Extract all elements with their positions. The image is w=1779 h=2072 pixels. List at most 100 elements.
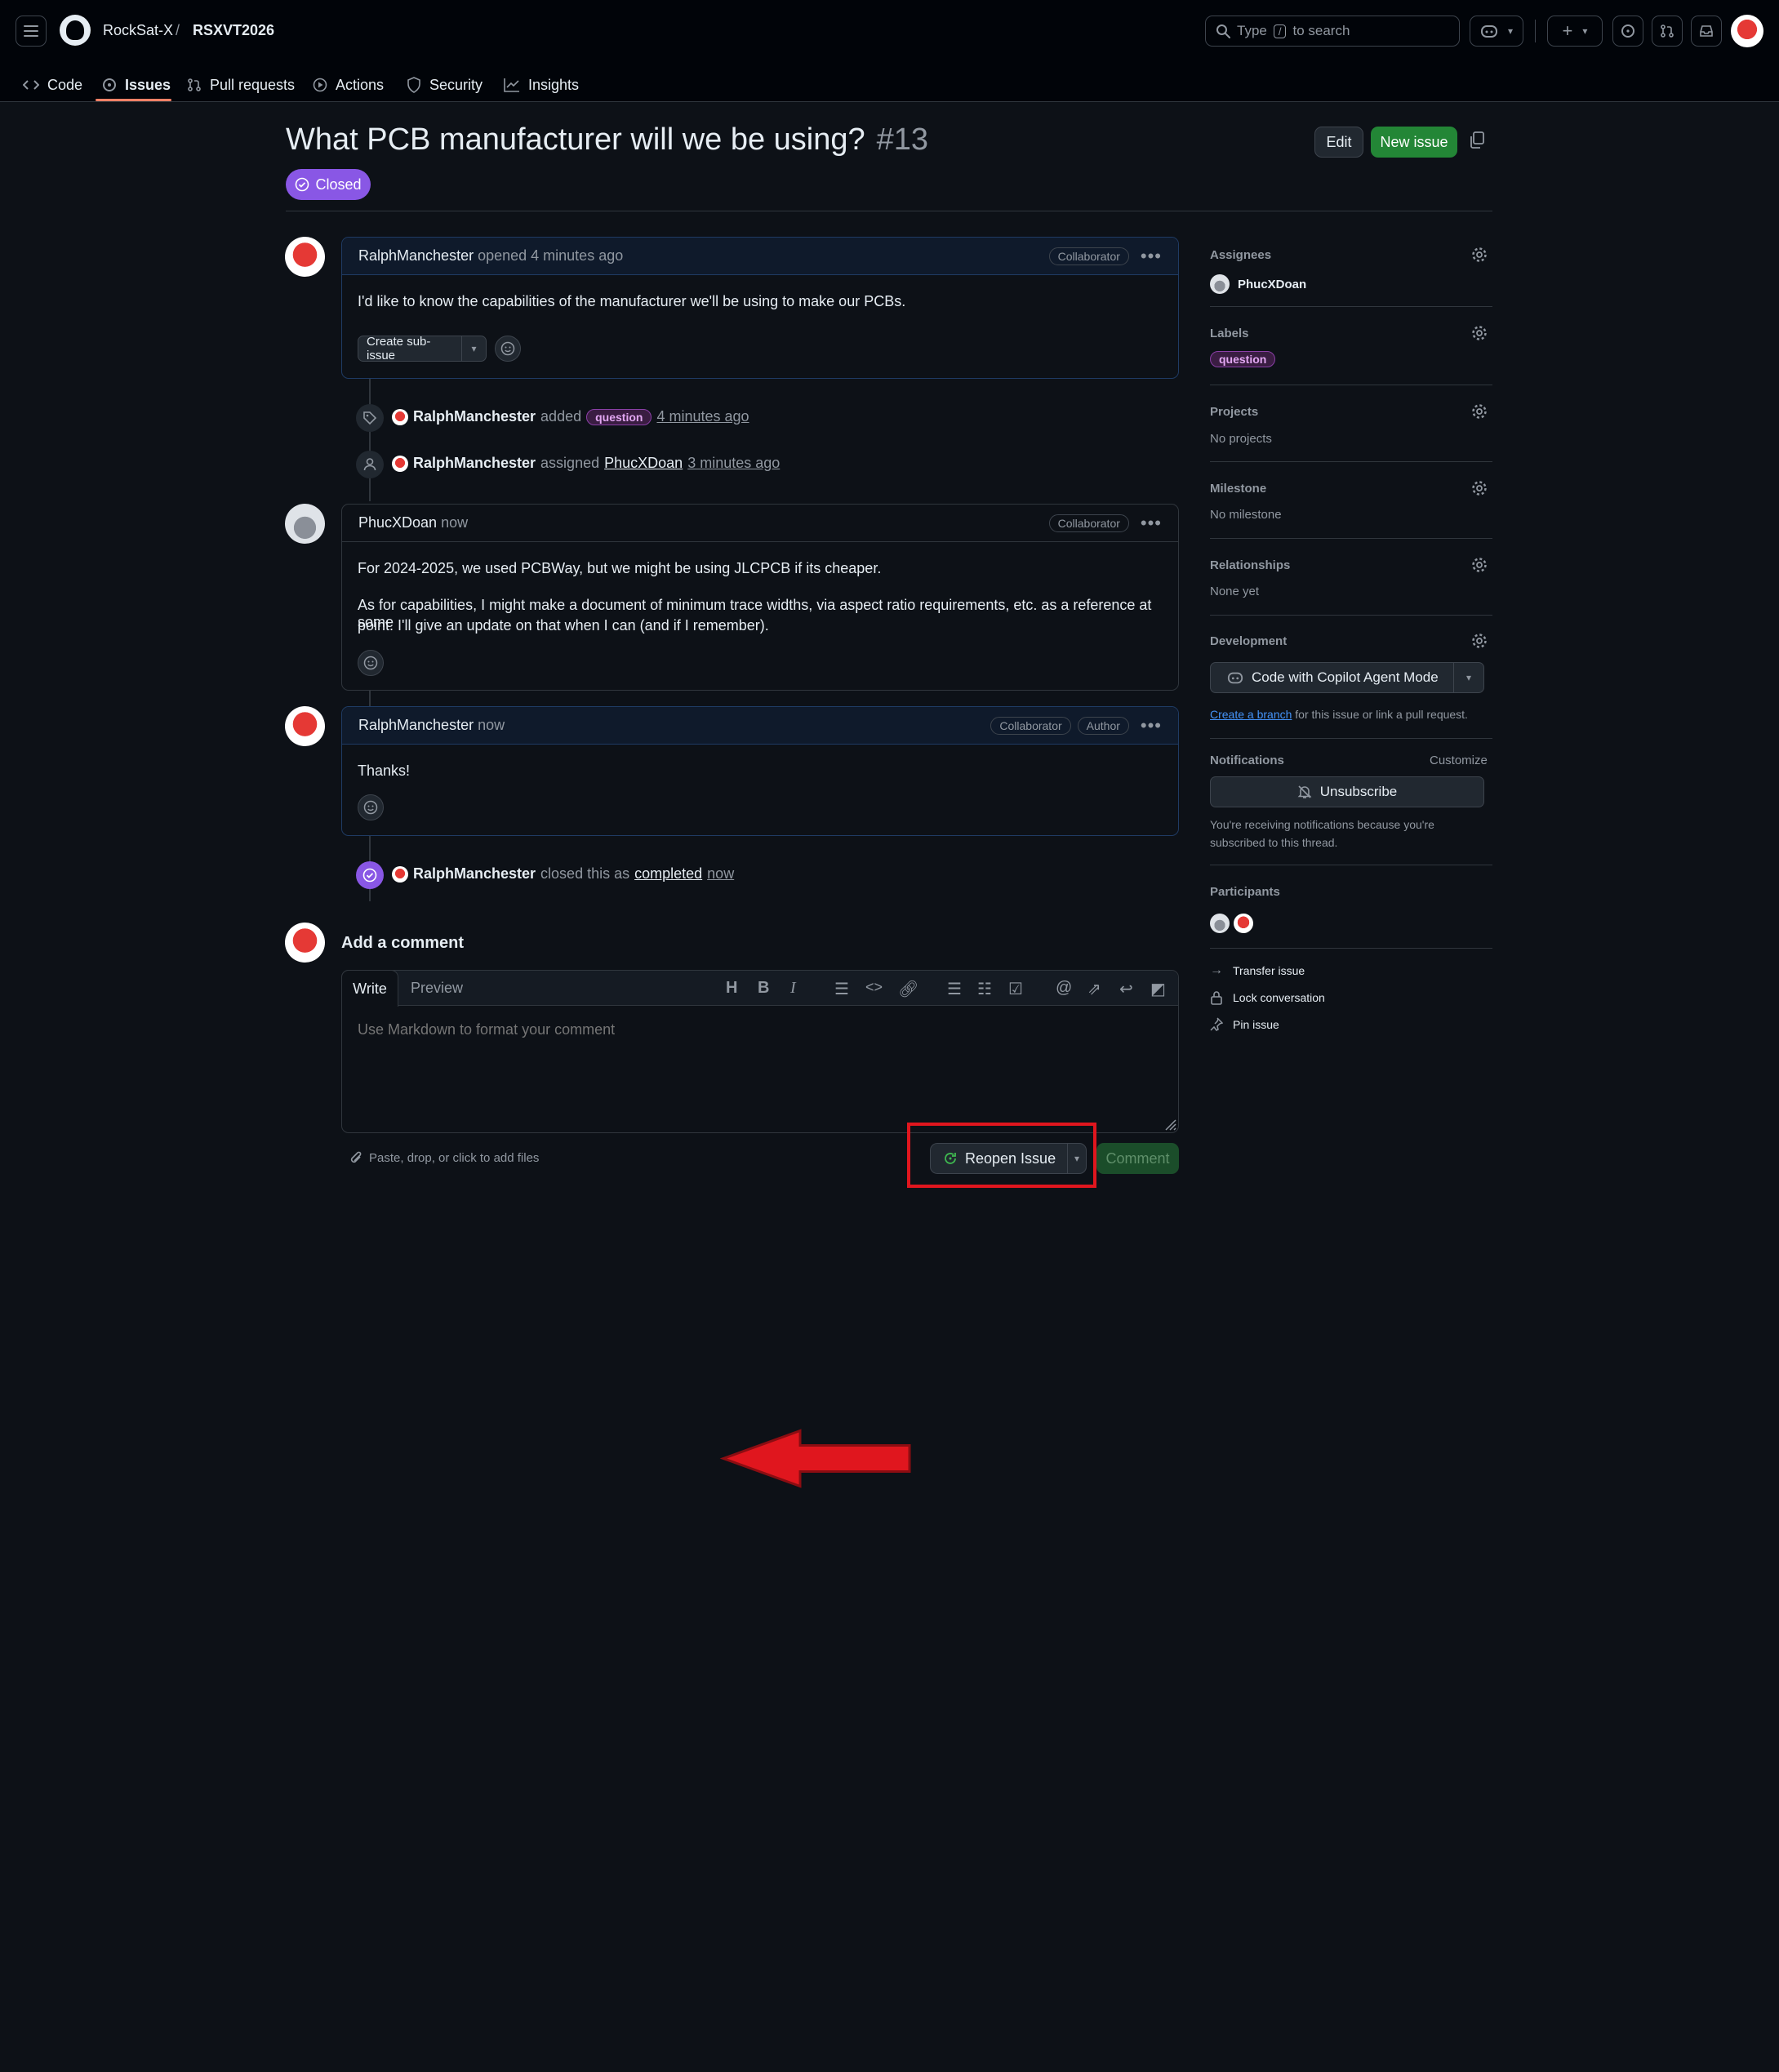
lock-icon xyxy=(1211,991,1222,1005)
search-key-hint: / xyxy=(1273,24,1287,38)
user-avatar[interactable] xyxy=(1731,15,1763,47)
labels-title[interactable]: Labels xyxy=(1210,327,1249,340)
create-branch-link[interactable]: Create a branch xyxy=(1210,708,1292,721)
gear-icon[interactable] xyxy=(1471,325,1488,341)
reply-icon[interactable]: ↩ xyxy=(1119,979,1133,999)
search-input[interactable]: Type / to search xyxy=(1205,16,1460,47)
create-sub-issue-button[interactable]: Create sub-issue ▾ xyxy=(358,335,487,362)
event-time[interactable]: 3 minutes ago xyxy=(687,455,780,472)
event-actor[interactable]: RalphManchester xyxy=(413,865,536,883)
cross-reference-icon[interactable]: ⇗ xyxy=(1087,979,1101,999)
gear-icon[interactable] xyxy=(1471,403,1488,420)
participant-avatar[interactable] xyxy=(1234,914,1253,933)
comment-author-avatar[interactable] xyxy=(285,706,325,746)
gear-icon[interactable] xyxy=(1471,633,1488,649)
comment-textarea[interactable] xyxy=(342,1007,1178,1133)
attach-files[interactable]: Paste, drop, or click to add files xyxy=(349,1150,539,1165)
add-reaction-button[interactable] xyxy=(358,650,384,676)
comment-time[interactable]: now xyxy=(478,717,505,734)
github-logo-icon[interactable] xyxy=(60,15,91,46)
transfer-issue-link[interactable]: → Transfer issue xyxy=(1210,963,1305,978)
tab-insights[interactable]: Insights xyxy=(504,68,579,102)
copilot-agent-button[interactable]: Code with Copilot Agent Mode xyxy=(1211,663,1454,692)
event-time[interactable]: 4 minutes ago xyxy=(656,408,749,425)
kebab-menu-icon[interactable]: ••• xyxy=(1141,246,1162,267)
bold-icon[interactable]: B xyxy=(758,979,769,998)
add-reaction-button[interactable] xyxy=(358,794,384,820)
tab-issues[interactable]: Issues xyxy=(102,68,171,102)
tab-label: Code xyxy=(47,76,83,93)
inbox-button[interactable] xyxy=(1691,16,1722,47)
copilot-button[interactable]: ▾ xyxy=(1470,16,1523,47)
comment-author-avatar[interactable] xyxy=(285,237,325,277)
pin-issue-link[interactable]: Pin issue xyxy=(1210,1017,1279,1032)
chevron-down-icon[interactable]: ▾ xyxy=(461,336,486,361)
event-state-reason[interactable]: completed xyxy=(634,865,702,883)
assignee-item[interactable]: PhucXDoan xyxy=(1210,274,1306,294)
org-link[interactable]: RockSat-X xyxy=(103,22,173,39)
comment-author-avatar[interactable] xyxy=(285,504,325,544)
create-new-button[interactable]: + ▾ xyxy=(1547,16,1603,47)
gear-icon[interactable] xyxy=(1471,480,1488,496)
create-sub-issue-label: Create sub-issue xyxy=(367,335,431,362)
gear-icon[interactable] xyxy=(1471,557,1488,573)
code-icon[interactable]: <> xyxy=(865,979,883,996)
repo-link[interactable]: RSXVT2026 xyxy=(193,22,274,39)
unsubscribe-button[interactable]: Unsubscribe xyxy=(1210,776,1484,807)
lock-conversation-link[interactable]: Lock conversation xyxy=(1210,990,1325,1005)
comment-submit-button[interactable]: Comment xyxy=(1096,1143,1179,1174)
add-reaction-button[interactable] xyxy=(495,336,521,362)
slash-command-icon[interactable]: ◩ xyxy=(1150,979,1166,999)
relationships-title[interactable]: Relationships xyxy=(1210,558,1290,572)
tab-code[interactable]: Code xyxy=(23,68,82,102)
tab-write[interactable]: Write xyxy=(341,970,398,1007)
heading-icon[interactable]: H xyxy=(726,979,737,998)
tab-pull-requests[interactable]: Pull requests xyxy=(187,68,295,102)
italic-icon[interactable]: I xyxy=(790,979,796,998)
reopen-issue-button[interactable]: Reopen Issue xyxy=(931,1144,1069,1173)
comment-author[interactable]: RalphManchester xyxy=(358,717,474,734)
inbox-icon xyxy=(1700,25,1713,37)
actor-avatar[interactable] xyxy=(392,455,408,472)
tab-preview[interactable]: Preview xyxy=(411,980,463,997)
event-actor[interactable]: RalphManchester xyxy=(413,408,536,425)
kebab-menu-icon[interactable]: ••• xyxy=(1141,513,1162,534)
actor-avatar[interactable] xyxy=(392,865,408,883)
edit-button[interactable]: Edit xyxy=(1314,127,1363,158)
customize-notifications-link[interactable]: Customize xyxy=(1430,754,1488,767)
gear-icon[interactable] xyxy=(1471,247,1488,263)
quote-icon[interactable]: ☰ xyxy=(834,979,849,999)
pull-requests-shortcut-button[interactable] xyxy=(1652,16,1683,47)
mention-icon[interactable]: @ xyxy=(1056,979,1072,998)
link-icon[interactable]: 🔗︎ xyxy=(898,979,918,999)
comment-author[interactable]: RalphManchester xyxy=(358,247,474,265)
unordered-list-icon[interactable]: ☰ xyxy=(947,979,962,999)
sidebar-divider xyxy=(1210,538,1492,539)
sidebar-question-label[interactable]: question xyxy=(1210,351,1276,367)
copilot-options-button[interactable]: ▾ xyxy=(1454,663,1483,692)
comment-time[interactable]: now xyxy=(441,514,468,531)
actor-avatar[interactable] xyxy=(392,408,408,425)
development-title[interactable]: Development xyxy=(1210,634,1287,648)
event-icon-closed xyxy=(356,861,384,889)
copy-link-icon[interactable] xyxy=(1468,131,1486,152)
event-assignee[interactable]: PhucXDoan xyxy=(604,455,683,472)
menu-button[interactable] xyxy=(16,16,47,47)
ordered-list-icon[interactable]: ☷ xyxy=(977,979,992,999)
task-list-icon[interactable]: ☑ xyxy=(1008,979,1023,999)
new-issue-button[interactable]: New issue xyxy=(1371,127,1457,158)
tab-security[interactable]: Security xyxy=(407,68,483,102)
tab-actions[interactable]: Actions xyxy=(313,68,384,102)
issues-shortcut-button[interactable] xyxy=(1612,16,1643,47)
participant-avatar[interactable] xyxy=(1210,914,1230,933)
milestone-title[interactable]: Milestone xyxy=(1210,482,1266,496)
projects-title[interactable]: Projects xyxy=(1210,405,1258,419)
kebab-menu-icon[interactable]: ••• xyxy=(1141,715,1162,736)
reopen-options-button[interactable]: ▾ xyxy=(1068,1144,1086,1173)
assignees-title[interactable]: Assignees xyxy=(1210,248,1271,262)
event-actor[interactable]: RalphManchester xyxy=(413,455,536,472)
comment-time[interactable]: 4 minutes ago xyxy=(531,247,623,265)
resize-handle-icon[interactable] xyxy=(1162,1116,1176,1131)
question-label[interactable]: question xyxy=(586,408,652,425)
comment-author[interactable]: PhucXDoan xyxy=(358,514,437,531)
